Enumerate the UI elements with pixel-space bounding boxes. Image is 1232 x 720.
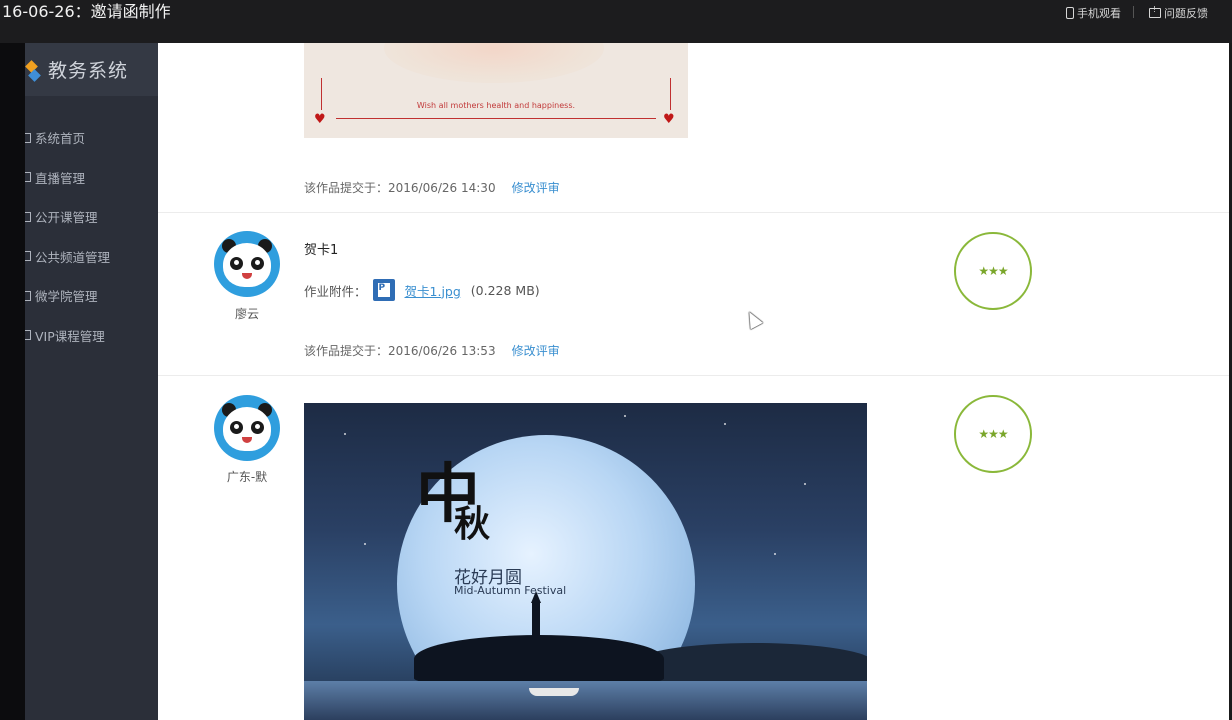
sidebar-item-public-channel[interactable]: 公共频道管理 [25, 237, 158, 277]
submission-meta: 该作品提交于：2016/06/26 13:53 修改评审 [304, 342, 560, 359]
lake [304, 681, 867, 720]
home-icon [25, 132, 31, 143]
window-title: 16-06-26：邀请函制作 [2, 2, 171, 21]
panda-eye [251, 257, 264, 270]
file-icon: P [372, 279, 395, 301]
mobile-view-label: 手机观看 [1077, 7, 1121, 20]
sidebar-item-label: 直播管理 [35, 170, 86, 186]
channel-icon [25, 251, 31, 262]
row-divider [158, 375, 1229, 376]
sidebar: 教务系统 系统首页 直播管理 公开课管理 公共频道管理 微学院管理 VIP课程管… [25, 43, 158, 720]
sidebar-item-open-course[interactable]: 公开课管理 [25, 197, 158, 237]
submission-image-festival[interactable]: 中 秋 花好月圆 Mid-Autumn Festival [304, 403, 867, 720]
avatar[interactable] [214, 395, 280, 461]
phone-icon [1066, 7, 1074, 19]
sidebar-item-label: VIP课程管理 [35, 328, 105, 344]
star [724, 423, 726, 425]
panda-eye [230, 257, 243, 270]
star [774, 553, 776, 555]
star [804, 483, 806, 485]
course-icon [25, 211, 31, 222]
sidebar-item-label: 微学院管理 [35, 289, 98, 305]
submission-image-card[interactable]: Wish all mothers health and happiness. ♥… [304, 43, 688, 138]
sidebar-item-micro-college[interactable]: 微学院管理 [25, 276, 158, 316]
card-caption: Wish all mothers health and happiness. [416, 101, 576, 110]
avatar[interactable] [214, 231, 280, 297]
submitted-time: 2016/06/26 13:53 [388, 344, 496, 358]
toolbar-divider [1133, 6, 1134, 18]
brand-name: 教务系统 [48, 60, 129, 82]
user-name: 廖云 [234, 307, 259, 321]
live-icon [25, 172, 31, 183]
calligraphy-qiu: 秋 [454, 503, 491, 545]
sidebar-item-label: 系统首页 [35, 131, 86, 147]
work-title: 贺卡1 [304, 243, 339, 258]
panda-eye [251, 421, 264, 434]
user-name: 广东-默 [226, 470, 268, 484]
score-badge[interactable]: ★★★ [954, 395, 1032, 473]
sidebar-brand[interactable]: 教务系统 [25, 43, 158, 96]
left-edge [0, 43, 25, 720]
mobile-view-button[interactable]: 手机观看 [1066, 5, 1121, 21]
submitted-label: 该作品提交于： [304, 344, 389, 358]
sidebar-nav: 系统首页 直播管理 公开课管理 公共频道管理 微学院管理 VIP课程管理 [25, 118, 158, 355]
vip-icon [25, 330, 31, 341]
feedback-button[interactable]: 问题反馈 [1149, 5, 1208, 21]
card-line [336, 118, 656, 119]
flower-decoration [384, 43, 604, 83]
card-line [670, 78, 671, 110]
submission-meta: 该作品提交于：2016/06/26 14:30 修改评审 [304, 179, 560, 196]
sidebar-item-label: 公开课管理 [35, 210, 98, 226]
brand-logo-icon [25, 59, 43, 81]
church-tower [531, 591, 541, 643]
score-badge[interactable]: ★★★ [954, 232, 1032, 310]
sidebar-item-label: 公共频道管理 [35, 249, 111, 265]
attachment-label: 作业附件： [304, 283, 367, 299]
panda-eye [230, 421, 243, 434]
file-size: (0.228 MB) [470, 282, 540, 298]
college-icon [25, 290, 31, 301]
hill [634, 643, 867, 683]
heart-icon: ♥ [663, 112, 675, 127]
attachment-link[interactable]: 贺卡1.jpg [405, 281, 461, 300]
main-content: Wish all mothers health and happiness. ♥… [158, 43, 1229, 720]
heart-icon: ♥ [314, 112, 326, 127]
attachment-row: 作业附件： P 贺卡1.jpg (0.228 MB) [304, 279, 540, 301]
sidebar-item-vip-course[interactable]: VIP课程管理 [25, 316, 158, 356]
feedback-label: 问题反馈 [1164, 7, 1208, 20]
star [624, 415, 626, 417]
festival-en-text: Mid-Autumn Festival [454, 584, 567, 597]
boat [529, 688, 579, 696]
star [344, 433, 346, 435]
row-divider [158, 212, 1229, 213]
edit-review-link[interactable]: 修改评审 [512, 181, 560, 195]
sidebar-item-live[interactable]: 直播管理 [25, 158, 158, 198]
submitted-label: 该作品提交于： [304, 181, 389, 195]
card-line [321, 78, 322, 110]
star [364, 543, 366, 545]
sidebar-item-home[interactable]: 系统首页 [25, 118, 158, 158]
feedback-icon [1149, 5, 1161, 18]
window-title-bar: 16-06-26：邀请函制作 手机观看 问题反馈 [0, 0, 1232, 43]
submitted-time: 2016/06/26 14:30 [388, 181, 496, 195]
edit-review-link[interactable]: 修改评审 [512, 344, 560, 358]
